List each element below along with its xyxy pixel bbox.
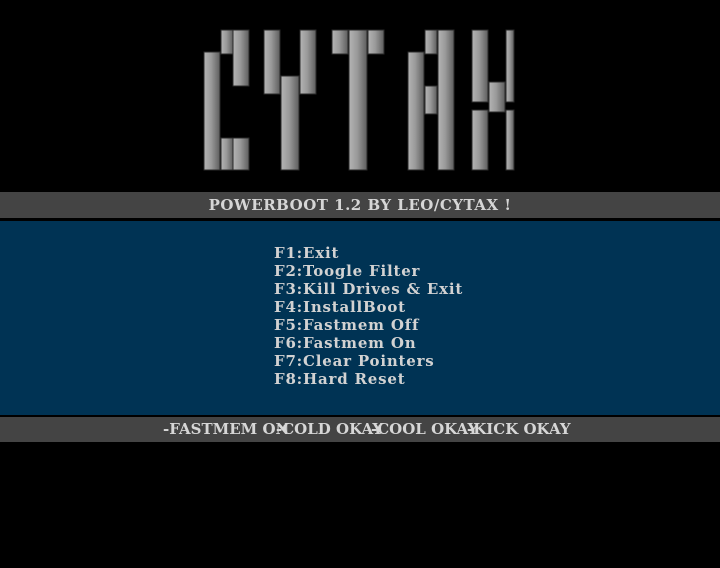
status-bar: -FASTMEM ON -COLD OKAY -COOL OKAY -KICK …: [0, 417, 720, 442]
menu-item-fastmem-off[interactable]: F5:Fastmem Off: [274, 316, 463, 334]
menu-item-toggle-filter[interactable]: F2:Toogle Filter: [274, 262, 463, 280]
title-text: POWERBOOT 1.2 BY LEO/CYTAX !: [208, 196, 512, 214]
menu-item-clear-pointers[interactable]: F7:Clear Pointers: [274, 352, 463, 370]
menu-item-fastmem-on[interactable]: F6:Fastmem On: [274, 334, 463, 352]
menu-item-hard-reset[interactable]: F8:Hard Reset: [274, 370, 463, 388]
menu-item-exit[interactable]: F1:Exit: [274, 244, 463, 262]
status-kick: -KICK OKAY: [467, 420, 571, 438]
menu-item-install-boot[interactable]: F4:InstallBoot: [274, 298, 463, 316]
menu-item-kill-drives-exit[interactable]: F3:Kill Drives & Exit: [274, 280, 463, 298]
menu-panel: F1:Exit F2:Toogle Filter F3:Kill Drives …: [0, 221, 720, 415]
status-cold: -COLD OKAY: [276, 420, 384, 438]
cytax-logo: [196, 26, 516, 176]
function-key-menu: F1:Exit F2:Toogle Filter F3:Kill Drives …: [274, 244, 463, 388]
title-bar: POWERBOOT 1.2 BY LEO/CYTAX !: [0, 192, 720, 218]
cytax-logo-graphic: [203, 29, 515, 171]
status-cool: -COOL OKAY: [371, 420, 479, 438]
status-fastmem: -FASTMEM ON: [163, 420, 290, 438]
